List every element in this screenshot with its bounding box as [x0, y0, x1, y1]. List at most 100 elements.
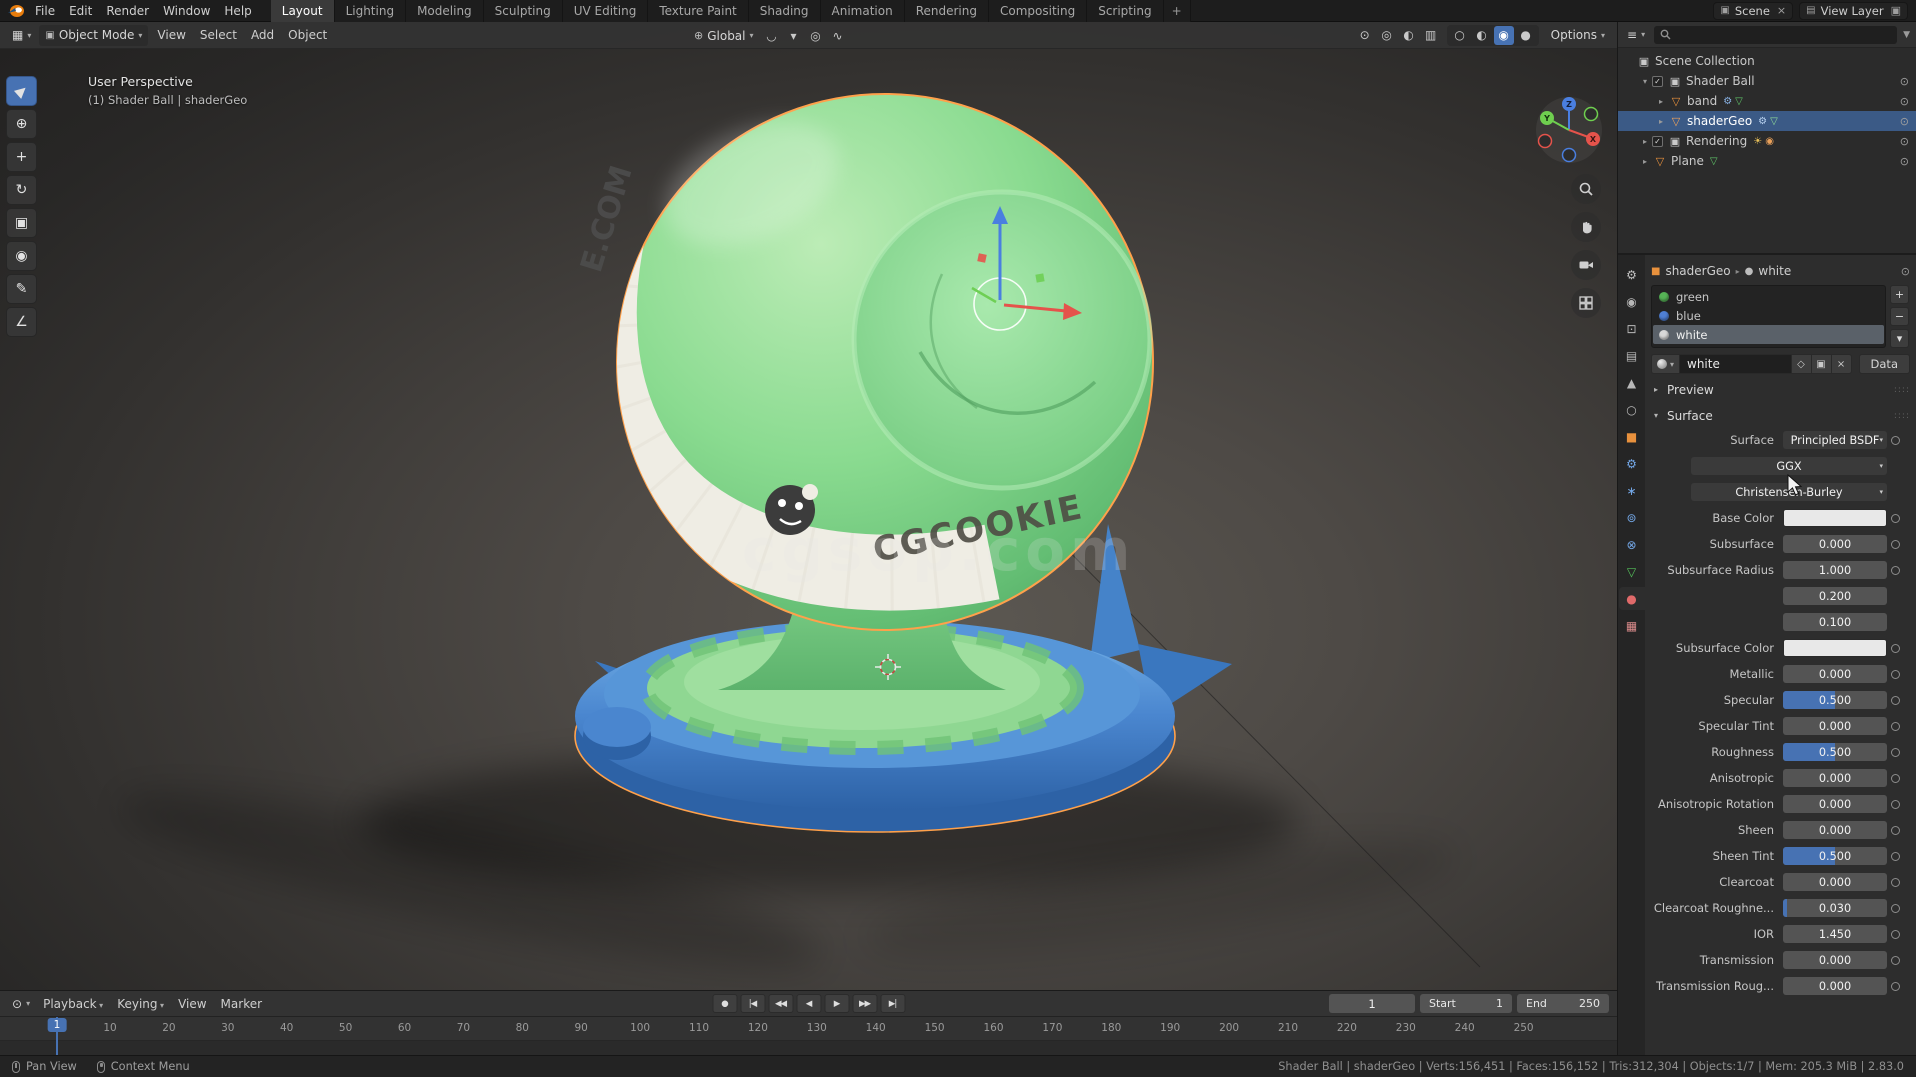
animate-dot[interactable] [1890, 929, 1900, 939]
expander-icon[interactable]: ▾ [1638, 77, 1652, 86]
workspace-tab-sculpting[interactable]: Sculpting [483, 0, 563, 22]
workspace-tab-uv-editing[interactable]: UV Editing [562, 0, 649, 22]
proportional-editing-icon[interactable]: ◎ [806, 26, 826, 45]
visibility-eye-icon[interactable]: ⊙ [1900, 155, 1909, 168]
viewport-3d[interactable]: ▦ ▾ ▣ Object Mode ▾ View Select Add Object … [0, 22, 1617, 990]
browse-material-button[interactable]: ▾ [1651, 354, 1680, 374]
value-field-anisotropic[interactable]: 0.000 [1783, 769, 1887, 787]
timeline-menu-keying[interactable]: Keying ▾ [110, 993, 171, 1015]
unlink-material-button[interactable]: × [1831, 354, 1852, 374]
color-field-base-color[interactable] [1783, 509, 1887, 527]
viewport-menu-view[interactable]: View [150, 24, 192, 46]
animate-dot[interactable] [1890, 851, 1900, 861]
value-field-sub-7[interactable]: 0.100 [1783, 613, 1887, 631]
value-field-sheen[interactable]: 0.000 [1783, 821, 1887, 839]
transform-tool[interactable]: ◉ [6, 241, 37, 271]
topbar-menu-help[interactable]: Help [217, 0, 258, 22]
animate-dot[interactable] [1890, 721, 1900, 731]
blender-logo-icon[interactable] [4, 2, 28, 20]
next-keyframe-button[interactable]: ▶▶ [852, 994, 877, 1013]
value-field-anisotropic-rotation[interactable]: 0.000 [1783, 795, 1887, 813]
snap-magnet-icon[interactable]: ◡ [762, 26, 782, 45]
slot-specials-button[interactable]: ▾ [1890, 329, 1909, 348]
animate-dot[interactable] [1890, 643, 1900, 653]
preview-panel-header[interactable]: ▸ Preview :::: [1651, 378, 1910, 401]
view-layer-selector[interactable]: ▤ View Layer ▣ [1799, 1, 1908, 20]
prev-keyframe-button[interactable]: ◀◀ [768, 994, 793, 1013]
modifiers-tab[interactable]: ⚙ [1619, 452, 1645, 475]
add-workspace-button[interactable]: + [1163, 0, 1191, 22]
outliner-search[interactable] [1654, 25, 1898, 44]
timeline-menu-playback[interactable]: Playback ▾ [36, 993, 110, 1015]
jump-to-start-button[interactable]: |◀ [740, 994, 765, 1013]
animate-dot[interactable] [1890, 981, 1900, 991]
workspace-tab-texture-paint[interactable]: Texture Paint [648, 0, 749, 22]
falloff-dropdown-icon[interactable]: ∿ [828, 26, 848, 45]
axis-x-negative[interactable] [1537, 133, 1553, 149]
workspace-tab-shading[interactable]: Shading [748, 0, 821, 22]
axis-y-negative[interactable] [1583, 106, 1599, 122]
animate-dot[interactable] [1890, 799, 1900, 809]
material-slot-blue[interactable]: blue [1653, 306, 1884, 325]
shading-solid-icon[interactable]: ◐ [1472, 26, 1492, 45]
frame-ruler[interactable]: 10 20 30 40 50 60 70 80 90 100 110 120 130 140 150 160 1… [0, 1017, 1617, 1041]
material-slot-white[interactable]: white [1653, 325, 1884, 344]
play-reverse-button[interactable]: ◀ [796, 994, 821, 1013]
gizmo-plane-handle-y[interactable] [1035, 273, 1045, 283]
gizmos-icon[interactable]: ◎ [1377, 26, 1397, 45]
timeline-menu-marker[interactable]: Marker [214, 993, 269, 1015]
view-layer-tab[interactable]: ▤ [1619, 344, 1645, 367]
rotate-tool[interactable]: ↻ [6, 175, 37, 205]
expander-icon[interactable]: ▸ [1654, 97, 1668, 106]
pan-button[interactable] [1571, 212, 1601, 242]
gizmo-plane-handle-x[interactable] [977, 253, 987, 263]
timeline-ruler-area[interactable]: 10 20 30 40 50 60 70 80 90 100 110 120 130 140 150 160 1… [0, 1017, 1617, 1055]
value-field-roughness[interactable]: 0.500 [1783, 743, 1887, 761]
filter-icon[interactable]: ▼ [1903, 30, 1910, 40]
workspace-tab-rendering[interactable]: Rendering [904, 0, 989, 22]
render-tab[interactable]: ◉ [1619, 290, 1645, 313]
topbar-menu-file[interactable]: File [28, 0, 62, 22]
shading-rendered-icon[interactable]: ● [1516, 26, 1536, 45]
outliner-row-scene-collection[interactable]: ▣ Scene Collection [1618, 51, 1916, 71]
dropdown-principled-bsdf[interactable]: Principled BSDF ▾ [1783, 431, 1887, 449]
zoom-button[interactable] [1571, 174, 1601, 204]
texture-tab[interactable]: ▦ [1619, 614, 1645, 637]
viewport-menu-add[interactable]: Add [244, 24, 281, 46]
value-field-subsurface[interactable]: 0.000 [1783, 535, 1887, 553]
visibility-eye-icon[interactable]: ⊙ [1900, 75, 1909, 88]
output-tab[interactable]: ⊡ [1619, 317, 1645, 340]
scale-tool[interactable]: ▣ [6, 208, 37, 238]
auto-keying-toggle[interactable]: ● [712, 994, 737, 1013]
overlays-icon[interactable]: ◐ [1399, 26, 1419, 45]
play-button[interactable]: ▶ [824, 994, 849, 1013]
animate-dot[interactable] [1890, 903, 1900, 913]
collection-checkbox[interactable]: ✓ [1652, 135, 1663, 147]
jump-to-end-button[interactable]: ▶| [880, 994, 905, 1013]
panel-drag-handle[interactable]: :::: [1894, 385, 1910, 395]
axis-z-negative[interactable] [1561, 147, 1577, 163]
color-field-subsurface-color[interactable] [1783, 639, 1887, 657]
animate-dot[interactable] [1890, 435, 1900, 445]
value-field-clearcoat[interactable]: 0.000 [1783, 873, 1887, 891]
remove-slot-button[interactable]: − [1890, 307, 1909, 326]
viewport-canvas[interactable]: E.COM CGCOOKIE [0, 22, 1617, 990]
timeline-menu-view[interactable]: View [171, 993, 213, 1015]
expander-icon[interactable]: ▸ [1638, 137, 1652, 146]
value-field-transmission[interactable]: 0.000 [1783, 951, 1887, 969]
outliner-row-plane[interactable]: ▸ ▽ Plane ▽ ⊙ [1618, 151, 1916, 171]
constraints-tab[interactable]: ⊗ [1619, 533, 1645, 556]
world-tab[interactable]: ○ [1619, 398, 1645, 421]
animate-dot[interactable] [1890, 539, 1900, 549]
value-field-specular[interactable]: 0.500 [1783, 691, 1887, 709]
pin-icon[interactable]: ⊙ [1901, 265, 1910, 278]
xray-toggle-icon[interactable]: ▥ [1421, 26, 1441, 45]
animate-dot[interactable] [1890, 955, 1900, 965]
visibility-eye-icon[interactable]: ⊙ [1900, 135, 1909, 148]
search-input[interactable] [1676, 28, 1892, 41]
cursor-tool[interactable]: ⊕ [6, 109, 37, 139]
transform-orientation-select[interactable]: ⊕ Global ▾ [688, 25, 760, 46]
animate-dot[interactable] [1890, 877, 1900, 887]
surface-panel-header[interactable]: ▾ Surface :::: [1651, 404, 1910, 427]
physics-tab[interactable]: ⊚ [1619, 506, 1645, 529]
